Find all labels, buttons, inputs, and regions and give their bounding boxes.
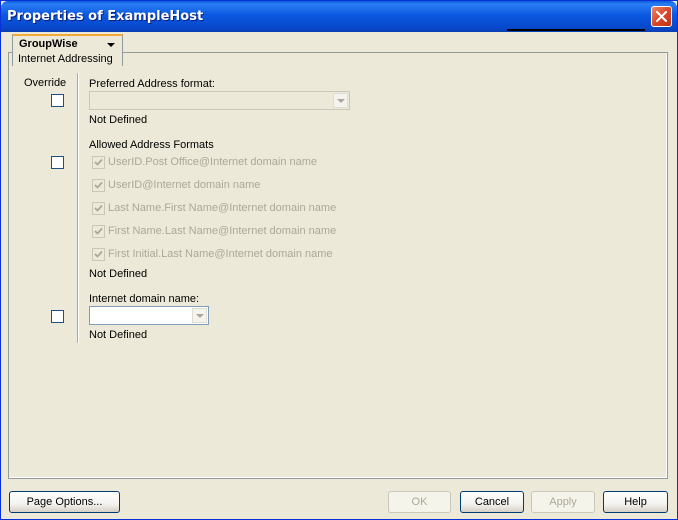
tab-strip-divider xyxy=(507,29,645,31)
allowed-format-label: First Initial.Last Name@Internet domain … xyxy=(108,248,333,260)
tab-subtitle: Internet Addressing xyxy=(18,53,113,65)
chevron-down-icon[interactable] xyxy=(107,43,115,47)
domain-name-status: Not Defined xyxy=(89,329,148,341)
close-button[interactable] xyxy=(651,6,672,27)
cancel-button[interactable]: Cancel xyxy=(460,491,524,513)
preferred-format-select[interactable] xyxy=(89,91,350,110)
tab-title: GroupWise xyxy=(19,38,78,50)
chevron-down-icon xyxy=(196,314,204,318)
domain-name-select[interactable] xyxy=(89,306,209,325)
check-icon xyxy=(94,204,103,212)
chevron-down-icon xyxy=(337,99,345,103)
close-icon xyxy=(656,11,667,22)
apply-button[interactable]: Apply xyxy=(531,491,595,513)
allowed-format-label: First Name.Last Name@Internet domain nam… xyxy=(108,225,337,237)
help-button[interactable]: Help xyxy=(603,491,668,513)
allowed-format-label: UserID.Post Office@Internet domain name xyxy=(108,156,318,168)
allowed-format-label: Last Name.First Name@Internet domain nam… xyxy=(108,202,337,214)
ok-button[interactable]: OK xyxy=(388,491,451,513)
override-column-header: Override xyxy=(24,77,67,89)
allowed-format-checkbox[interactable] xyxy=(92,248,105,261)
check-icon xyxy=(94,181,103,189)
allowed-format-checkbox[interactable] xyxy=(92,179,105,192)
override-domain-checkbox[interactable] xyxy=(51,310,64,323)
check-icon xyxy=(94,227,103,235)
allowed-format-checkbox[interactable] xyxy=(92,156,105,169)
domain-name-dropdown-button[interactable] xyxy=(192,308,207,323)
page-options-button[interactable]: Page Options... xyxy=(9,491,120,513)
override-preferred-checkbox[interactable] xyxy=(51,94,64,107)
override-allowed-checkbox[interactable] xyxy=(51,156,64,169)
properties-dialog: Properties of ExampleHost GroupWise Inte… xyxy=(0,0,678,520)
check-icon xyxy=(94,250,103,258)
allowed-format-label: UserID@Internet domain name xyxy=(108,179,261,191)
preferred-format-label: Preferred Address format: xyxy=(89,78,215,90)
column-divider xyxy=(77,73,79,343)
title-bar[interactable]: Properties of ExampleHost xyxy=(1,1,677,32)
tab-groupwise[interactable]: GroupWise Internet Addressing xyxy=(12,34,123,66)
domain-name-label: Internet domain name: xyxy=(89,293,200,305)
check-icon xyxy=(94,158,103,166)
allowed-formats-label: Allowed Address Formats xyxy=(89,139,214,151)
window-title: Properties of ExampleHost xyxy=(7,9,204,24)
preferred-format-status: Not Defined xyxy=(89,114,148,126)
preferred-format-dropdown-button[interactable] xyxy=(333,93,348,108)
allowed-format-checkbox[interactable] xyxy=(92,225,105,238)
allowed-format-checkbox[interactable] xyxy=(92,202,105,215)
allowed-formats-status: Not Defined xyxy=(89,268,148,280)
